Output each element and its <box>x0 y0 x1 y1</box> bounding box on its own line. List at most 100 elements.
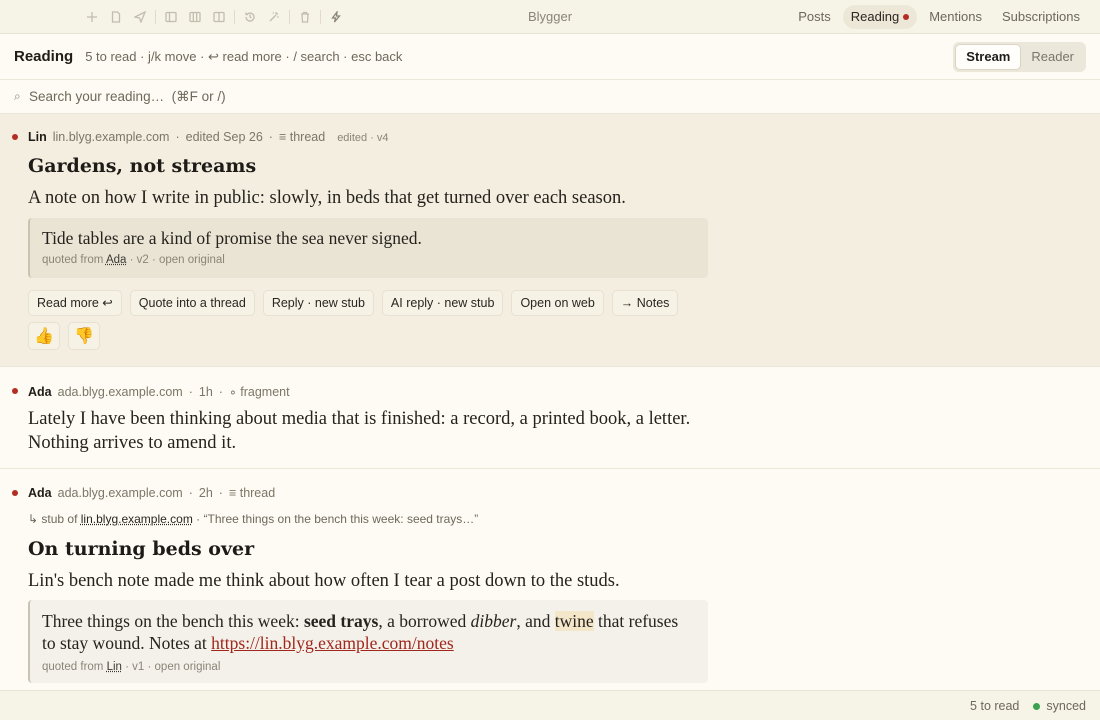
thumbs-down-icon[interactable]: 👎 <box>68 322 100 350</box>
unread-dot <box>12 134 18 140</box>
reply-button[interactable]: Reply · new stub <box>262 290 374 316</box>
stub-source-link[interactable]: lin.blyg.example.com <box>81 512 193 526</box>
stub-reference: ↳ stub of lin.blyg.example.com · “Three … <box>28 512 478 526</box>
quote-italic-text: dibber <box>470 611 517 631</box>
view-stream-button[interactable]: Stream <box>955 44 1022 70</box>
post-title[interactable]: On turning beds over <box>28 538 254 560</box>
new-icon[interactable] <box>80 0 104 34</box>
post-author[interactable]: Ada <box>28 385 52 399</box>
post-body: Lately I have been thinking about media … <box>28 409 691 453</box>
quote-url-link[interactable]: https://lin.blyg.example.com/notes <box>211 633 454 653</box>
sync-status-label: synced <box>1046 698 1086 713</box>
main-nav: Posts Reading Mentions Subscriptions <box>790 5 1088 29</box>
meta-separator: · <box>218 385 223 399</box>
post-meta: Ada ada.blyg.example.com · 2h · ≡ thread <box>28 486 275 500</box>
quote-block: Three things on the bench this week: see… <box>28 600 708 683</box>
page-title: Reading <box>14 48 74 65</box>
quote-meta: quoted from Ada · v2 · open original <box>42 254 696 266</box>
view-reader-button[interactable]: Reader <box>1021 44 1084 70</box>
post-title[interactable]: Gardens, not streams <box>28 155 256 177</box>
quote-source-link[interactable]: Lin <box>107 661 122 673</box>
view-toggle: Stream Reader <box>953 42 1086 72</box>
quote-text-part: , a borrowed <box>378 611 471 631</box>
post-body: Lin's bench note made me think about how… <box>28 571 620 591</box>
columns-icon[interactable] <box>183 0 207 34</box>
magic-icon[interactable] <box>262 0 286 34</box>
quote-prefix: quoted from <box>42 661 104 673</box>
sync-status-dot <box>1033 702 1041 710</box>
nav-reading-label: Reading <box>850 9 900 24</box>
lightning-icon[interactable] <box>324 0 348 34</box>
nav-subscriptions[interactable]: Subscriptions <box>994 5 1088 29</box>
trash-icon[interactable] <box>293 0 317 34</box>
thumbs-up-icon[interactable]: 👍 <box>28 322 60 350</box>
toolbar-divider <box>234 10 235 24</box>
quote-text: Tide tables are a kind of promise the se… <box>42 228 422 248</box>
meta-separator: · <box>268 130 273 144</box>
quote-source-link[interactable]: Ada <box>106 254 126 266</box>
post-domain[interactable]: ada.blyg.example.com <box>58 385 183 399</box>
post-item[interactable]: Ada ada.blyg.example.com · 1h · ∘ fragme… <box>0 367 1100 469</box>
post-version: edited · v4 <box>337 132 389 144</box>
split-panel-icon[interactable] <box>207 0 231 34</box>
post-item[interactable]: Lin lin.blyg.example.com · edited Sep 26… <box>0 114 1100 367</box>
unread-dot <box>12 388 18 394</box>
quote-text-part: Three things on the bench this week: <box>42 611 304 631</box>
quote-meta: quoted from Lin · v1 · open original <box>42 661 696 673</box>
nav-reading[interactable]: Reading <box>842 5 918 29</box>
post-domain[interactable]: lin.blyg.example.com <box>53 130 170 144</box>
post-kind: ∘ fragment <box>228 385 290 399</box>
stub-excerpt: · “Three things on the bench this week: … <box>196 512 479 526</box>
quote-text-part: , and <box>516 611 555 631</box>
document-icon[interactable] <box>104 0 128 34</box>
quote-into-thread-button[interactable]: Quote into a thread <box>129 290 255 316</box>
unread-dot <box>12 490 18 496</box>
page-header: Reading 5 to read · j/k move · ↩ read mo… <box>0 34 1100 80</box>
quote-prefix: quoted from <box>42 254 104 266</box>
quote-bold-text: seed trays <box>303 611 379 631</box>
post-body: A note on how I write in public: slowly,… <box>28 188 626 208</box>
meta-separator: · <box>188 385 193 399</box>
unread-indicator <box>903 14 910 20</box>
search-bar: ⌕ <box>0 80 1100 114</box>
search-icon: ⌕ <box>14 89 21 103</box>
stub-prefix: ↳ stub of <box>28 512 78 526</box>
post-time: 1h <box>198 385 213 399</box>
toolbar-divider <box>320 10 321 24</box>
quote-highlight: twine <box>554 611 594 631</box>
send-icon[interactable] <box>128 0 152 34</box>
status-bar: 5 to read synced <box>0 690 1100 720</box>
post-author[interactable]: Lin <box>28 130 47 144</box>
post-actions: Read more ↩ Quote into a thread Reply · … <box>28 290 679 316</box>
toolbar <box>80 0 348 34</box>
sync-status: synced <box>1033 699 1086 713</box>
toolbar-divider <box>289 10 290 24</box>
post-author[interactable]: Ada <box>28 486 52 500</box>
quote-block: Tide tables are a kind of promise the se… <box>28 218 708 278</box>
meta-separator: · <box>218 486 223 500</box>
post-kind: ≡ thread <box>278 130 326 144</box>
search-input[interactable] <box>29 89 629 104</box>
quote-text: Three things on the bench this week: see… <box>42 610 696 654</box>
post-item[interactable]: Ada ada.blyg.example.com · 2h · ≡ thread… <box>0 469 1100 691</box>
history-icon[interactable] <box>238 0 262 34</box>
nav-posts[interactable]: Posts <box>790 5 839 29</box>
ai-reply-button[interactable]: AI reply · new stub <box>381 290 504 316</box>
left-panel-icon[interactable] <box>159 0 183 34</box>
send-to-notes-button[interactable]: → Notes <box>611 290 679 316</box>
post-kind: ≡ thread <box>228 486 276 500</box>
title-bar: Blygger Posts Reading Mentions Subscript… <box>0 0 1100 34</box>
nav-mentions[interactable]: Mentions <box>921 5 990 29</box>
to-read-count: 5 to read <box>970 698 1020 713</box>
post-meta: Ada ada.blyg.example.com · 1h · ∘ fragme… <box>28 384 290 399</box>
quote-open-original[interactable]: · v2 · open original <box>130 254 225 266</box>
post-domain[interactable]: ada.blyg.example.com <box>58 486 183 500</box>
meta-separator: · <box>175 130 180 144</box>
open-on-web-button[interactable]: Open on web <box>511 290 604 316</box>
toolbar-divider <box>155 10 156 24</box>
reactions: 👍 👎 <box>28 322 100 350</box>
quote-open-original[interactable]: · v1 · open original <box>125 661 220 673</box>
keyboard-hints: 5 to read · j/k move · ↩ read more · / s… <box>85 48 403 64</box>
post-time: 2h <box>198 486 213 500</box>
read-more-button[interactable]: Read more ↩ <box>28 290 122 316</box>
